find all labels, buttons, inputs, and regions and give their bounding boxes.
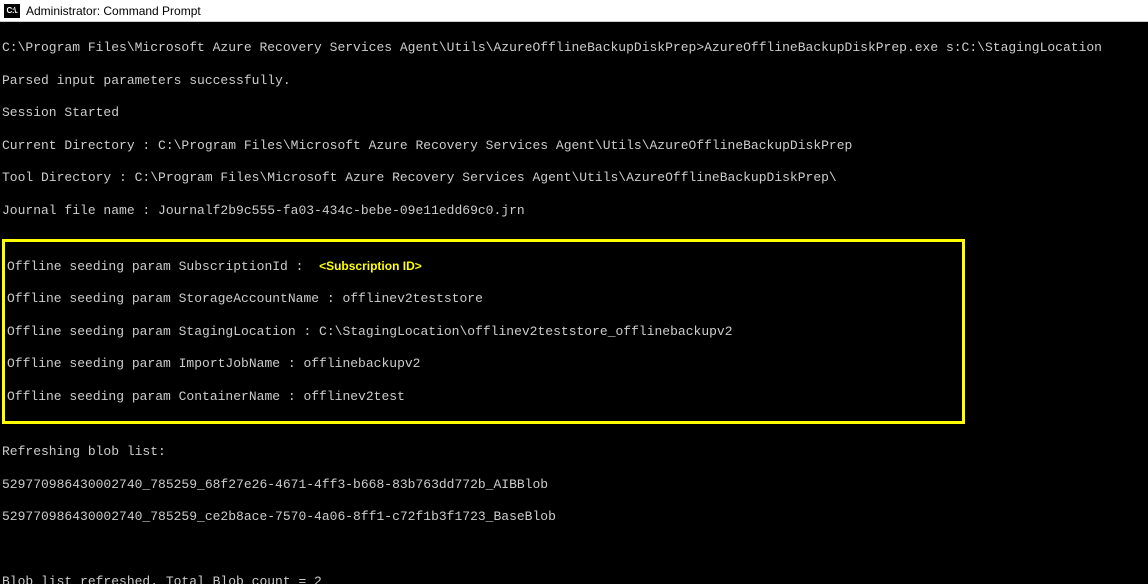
window-title: Administrator: Command Prompt — [26, 4, 201, 18]
output-line: C:\Program Files\Microsoft Azure Recover… — [2, 40, 1146, 56]
output-line: Journal file name : Journalf2b9c555-fa03… — [2, 203, 1146, 219]
blank-line — [2, 542, 1146, 558]
highlighted-params-box: Offline seeding param SubscriptionId : <… — [2, 239, 965, 424]
output-line: Current Directory : C:\Program Files\Mic… — [2, 138, 1146, 154]
output-line: Offline seeding param StorageAccountName… — [5, 291, 962, 307]
subscription-prefix: Offline seeding param SubscriptionId : — [7, 259, 319, 274]
subscription-id-placeholder: <Subscription ID> — [319, 259, 422, 273]
output-line: Refreshing blob list: — [2, 444, 1146, 460]
output-line: Tool Directory : C:\Program Files\Micros… — [2, 170, 1146, 186]
output-line: Offline seeding param ContainerName : of… — [5, 389, 962, 405]
output-line: Offline seeding param StagingLocation : … — [5, 324, 962, 340]
output-line: Blob list refreshed. Total Blob count = … — [2, 574, 1146, 584]
terminal-output[interactable]: C:\Program Files\Microsoft Azure Recover… — [0, 22, 1148, 584]
titlebar[interactable]: C:\. Administrator: Command Prompt — [0, 0, 1148, 22]
output-line: Parsed input parameters successfully. — [2, 73, 1146, 89]
output-line: 529770986430002740_785259_68f27e26-4671-… — [2, 477, 1146, 493]
output-line: Offline seeding param ImportJobName : of… — [5, 356, 962, 372]
command-prompt-window: C:\. Administrator: Command Prompt C:\Pr… — [0, 0, 1148, 584]
output-line: Session Started — [2, 105, 1146, 121]
output-line: Offline seeding param SubscriptionId : <… — [5, 259, 962, 275]
cmd-icon: C:\. — [4, 4, 20, 18]
output-line: 529770986430002740_785259_ce2b8ace-7570-… — [2, 509, 1146, 525]
